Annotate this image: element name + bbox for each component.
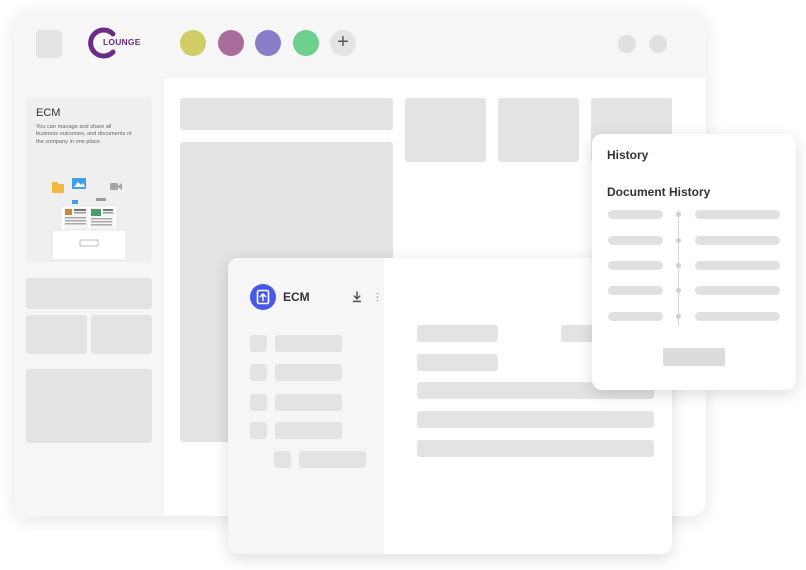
folder-icon-placeholder — [250, 422, 267, 439]
folder-label-placeholder[interactable] — [275, 335, 342, 352]
plus-icon: + — [337, 31, 349, 53]
upload-file-icon — [256, 289, 270, 305]
content-header-placeholder — [180, 98, 393, 130]
history-date-placeholder — [608, 312, 663, 321]
timeline-dot — [676, 212, 681, 217]
folder-icon-placeholder — [250, 394, 267, 411]
sidebar-tile-placeholder[interactable] — [91, 315, 152, 354]
document-field-placeholder — [417, 354, 498, 371]
history-entry-placeholder[interactable] — [695, 286, 780, 295]
history-entry-placeholder[interactable] — [695, 312, 780, 321]
more-vertical-icon[interactable] — [376, 292, 379, 302]
sidebar-item-placeholder[interactable] — [26, 278, 152, 309]
add-app-button[interactable]: + — [330, 30, 356, 56]
timeline-dot — [676, 288, 681, 293]
folder-icon-placeholder — [250, 335, 267, 352]
history-action-button[interactable] — [663, 348, 725, 366]
folder-label-placeholder[interactable] — [275, 394, 342, 411]
document-field-placeholder — [417, 325, 498, 342]
content-tile-placeholder[interactable] — [498, 98, 579, 162]
history-entry-placeholder[interactable] — [695, 210, 780, 219]
sidebar-tile-placeholder[interactable] — [26, 315, 87, 354]
sidebar-widget-placeholder — [26, 369, 152, 443]
document-history-title: Document History — [607, 185, 711, 199]
content-tile-placeholder[interactable] — [405, 98, 486, 162]
app-logo: LOUNGE — [86, 25, 146, 61]
timeline-line — [678, 210, 679, 326]
ecm-panel-title: ECM — [283, 290, 310, 304]
timeline-dot — [676, 263, 681, 268]
logo-text: LOUNGE — [103, 37, 141, 47]
subfolder-icon-placeholder — [274, 451, 291, 468]
app-dot-green[interactable] — [293, 30, 319, 56]
folder-label-placeholder[interactable] — [275, 364, 342, 381]
history-panel: History Document History — [592, 134, 796, 390]
app-dot-violet[interactable] — [255, 30, 281, 56]
history-title: History — [607, 148, 649, 162]
download-icon[interactable] — [351, 291, 363, 303]
window-control-minimize[interactable] — [618, 35, 636, 53]
timeline-dot — [676, 238, 681, 243]
timeline-dot — [676, 314, 681, 319]
folder-label-placeholder[interactable] — [275, 422, 342, 439]
history-entry-placeholder[interactable] — [695, 236, 780, 245]
history-date-placeholder — [608, 210, 663, 219]
subfolder-label-placeholder[interactable] — [299, 451, 366, 468]
menu-button[interactable] — [36, 30, 62, 58]
history-date-placeholder — [608, 286, 663, 295]
app-dot-mauve[interactable] — [218, 30, 244, 56]
document-line-placeholder — [417, 440, 654, 457]
history-date-placeholder — [608, 261, 663, 270]
ecm-card-title: ECM — [36, 107, 61, 119]
ecm-card-description: You can manage and share all business ou… — [36, 124, 132, 145]
folder-icon-placeholder — [250, 364, 267, 381]
app-dot-olive[interactable] — [180, 30, 206, 56]
history-date-placeholder — [608, 236, 663, 245]
document-cabinet-illustration — [51, 178, 127, 261]
ecm-info-card[interactable]: ECM You can manage and share all busines… — [26, 98, 152, 262]
document-line-placeholder — [417, 411, 654, 428]
history-entry-placeholder[interactable] — [695, 261, 780, 270]
ecm-app-icon — [250, 284, 276, 310]
window-control-close[interactable] — [649, 35, 667, 53]
